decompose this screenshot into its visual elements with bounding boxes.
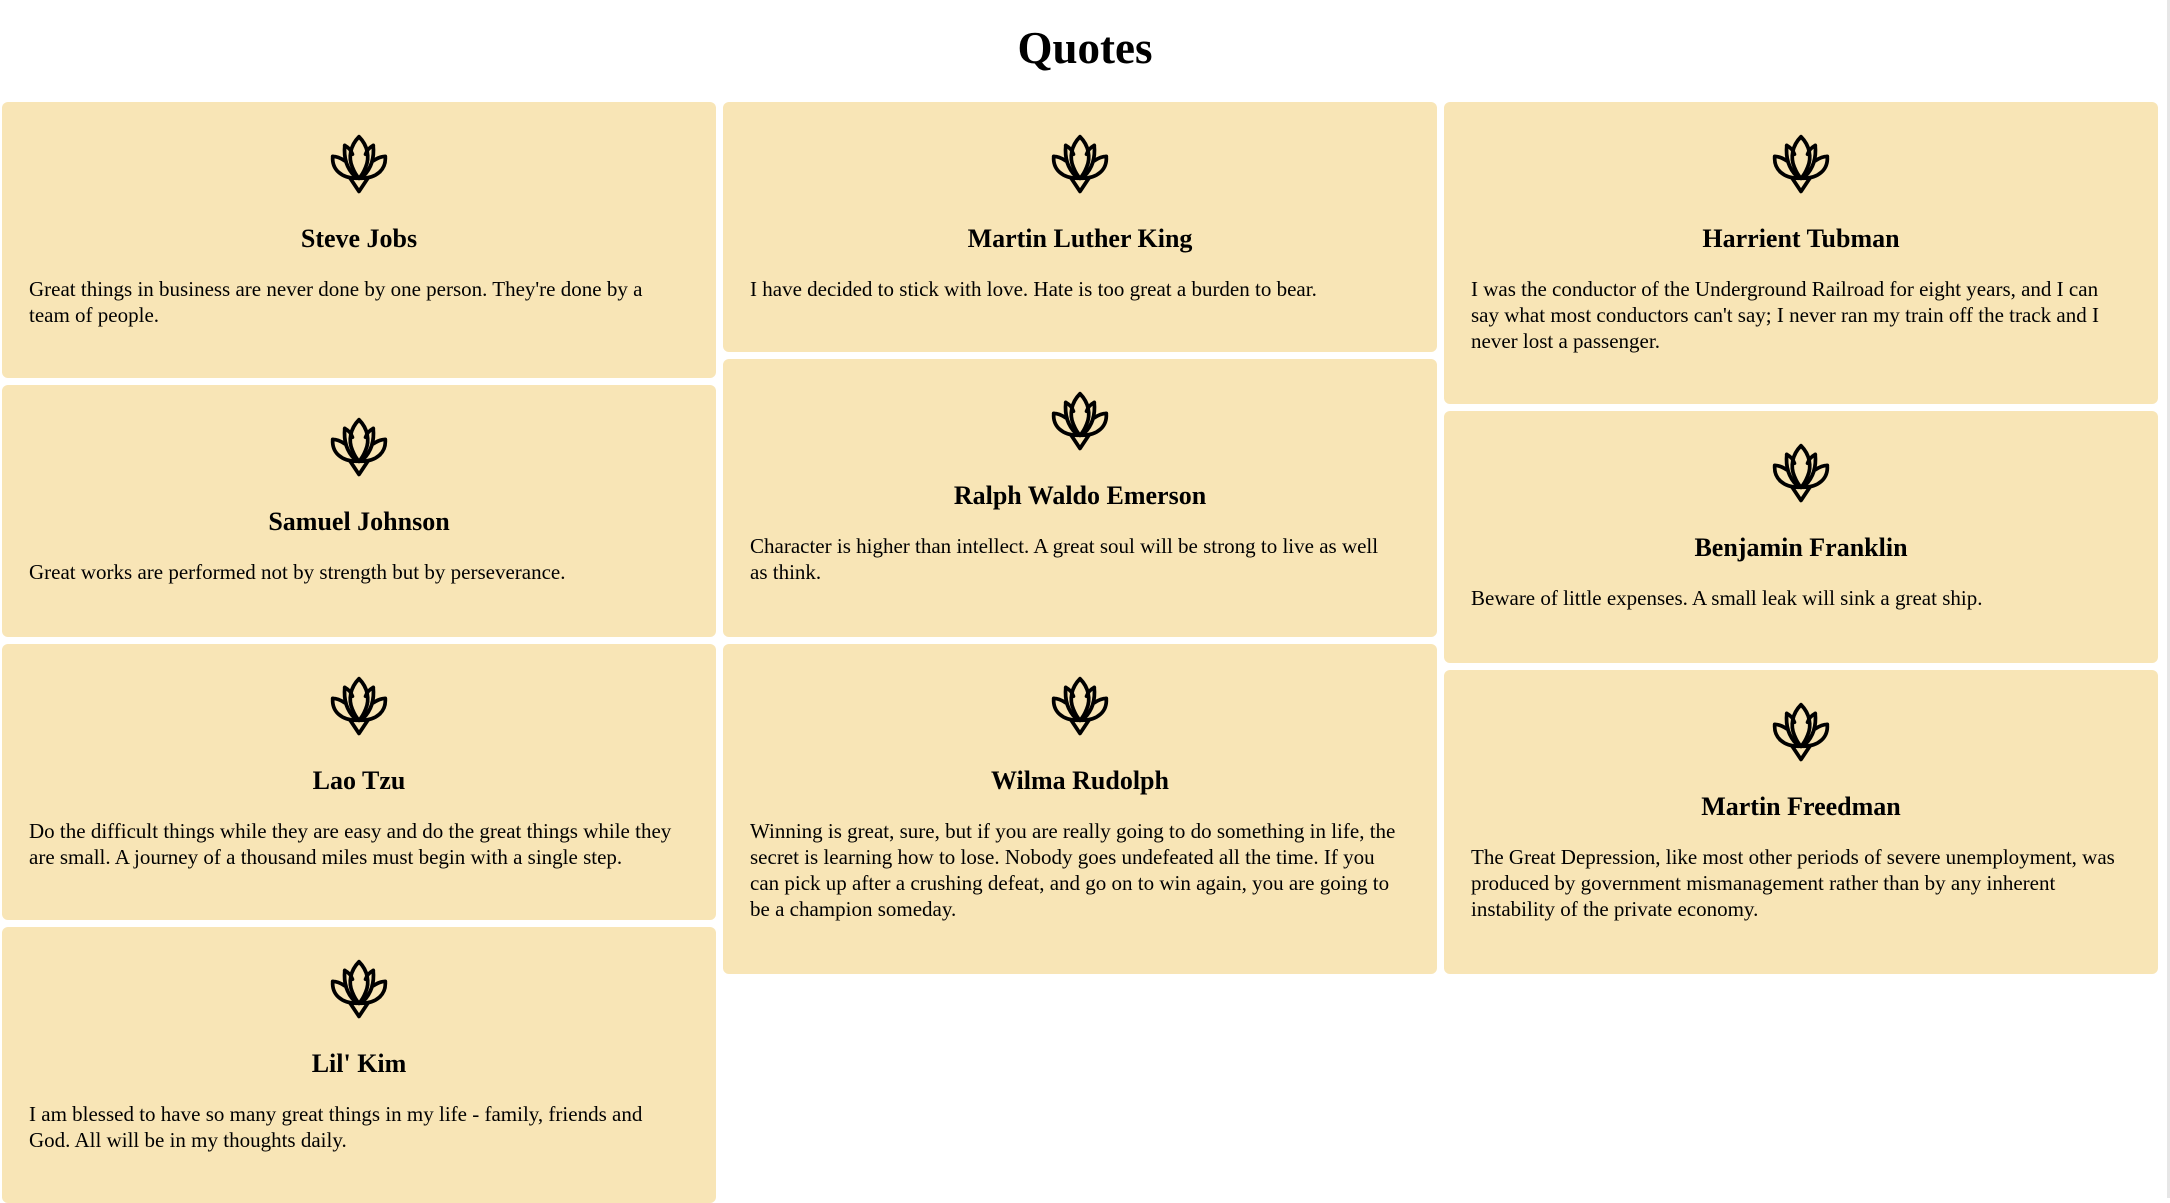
quote-text: I was the conductor of the Underground R… [1471, 277, 2099, 353]
quote-card: Steve Jobs Great things in business are … [2, 102, 716, 378]
quote-author: Ralph Waldo Emerson [953, 481, 1207, 510]
lotus-icon [1471, 128, 2131, 198]
quote-card: Wilma Rudolph Winning is great, sure, bu… [723, 644, 1437, 974]
lotus-icon [1471, 696, 2131, 766]
quote-text: Character is higher than intellect. A gr… [750, 534, 1379, 584]
quote-author: Steve Jobs [300, 224, 418, 253]
quote-text: Great works are performed not by strengt… [29, 560, 566, 584]
quote-card: Martin Freedman The Great Depression, li… [1444, 670, 2158, 974]
lotus-icon [1471, 437, 2131, 507]
quote-author: Lil' Kim [311, 1049, 407, 1078]
quote-text: Great things in business are never done … [29, 277, 643, 327]
quote-text: I have decided to stick with love. Hate … [750, 277, 1317, 301]
quote-card: Lil' Kim I am blessed to have so many gr… [2, 927, 716, 1203]
quote-card: Benjamin Franklin Beware of little expen… [1444, 411, 2158, 663]
quote-card: Samuel Johnson Great works are performed… [2, 385, 716, 637]
quote-card: Martin Luther King I have decided to sti… [723, 102, 1437, 352]
quote-author: Benjamin Franklin [1694, 533, 1908, 562]
lotus-icon [750, 128, 1410, 198]
quote-text: Beware of little expenses. A small leak … [1471, 586, 1983, 610]
quotes-column-3: Harrient Tubman I was the conductor of t… [1444, 102, 2158, 974]
lotus-icon [750, 385, 1410, 455]
page-title: Quotes [1017, 23, 1153, 73]
quote-author: Wilma Rudolph [991, 766, 1169, 795]
lotus-icon [750, 670, 1410, 740]
lotus-icon [29, 953, 689, 1023]
quotes-column-1: Steve Jobs Great things in business are … [2, 102, 716, 1203]
quote-card: Harrient Tubman I was the conductor of t… [1444, 102, 2158, 404]
quotes-column-2: Martin Luther King I have decided to sti… [723, 102, 1437, 974]
lotus-icon [29, 670, 689, 740]
quote-author: Harrient Tubman [1702, 224, 1900, 253]
quote-author: Martin Luther King [967, 224, 1193, 253]
quote-text: Winning is great, sure, but if you are r… [750, 819, 1396, 921]
quote-card: Ralph Waldo Emerson Character is higher … [723, 359, 1437, 637]
quote-text: The Great Depression, like most other pe… [1471, 845, 2115, 921]
quote-text: I am blessed to have so many great thing… [29, 1102, 643, 1152]
lotus-icon [29, 411, 689, 481]
quote-author: Lao Tzu [312, 766, 406, 795]
quote-text: Do the difficult things while they are e… [29, 819, 672, 869]
quote-card: Lao Tzu Do the difficult things while th… [2, 644, 716, 920]
quote-author: Samuel Johnson [268, 507, 450, 536]
lotus-icon [29, 128, 689, 198]
quote-author: Martin Freedman [1701, 792, 1901, 821]
quotes-grid: Steve Jobs Great things in business are … [2, 102, 2158, 1203]
